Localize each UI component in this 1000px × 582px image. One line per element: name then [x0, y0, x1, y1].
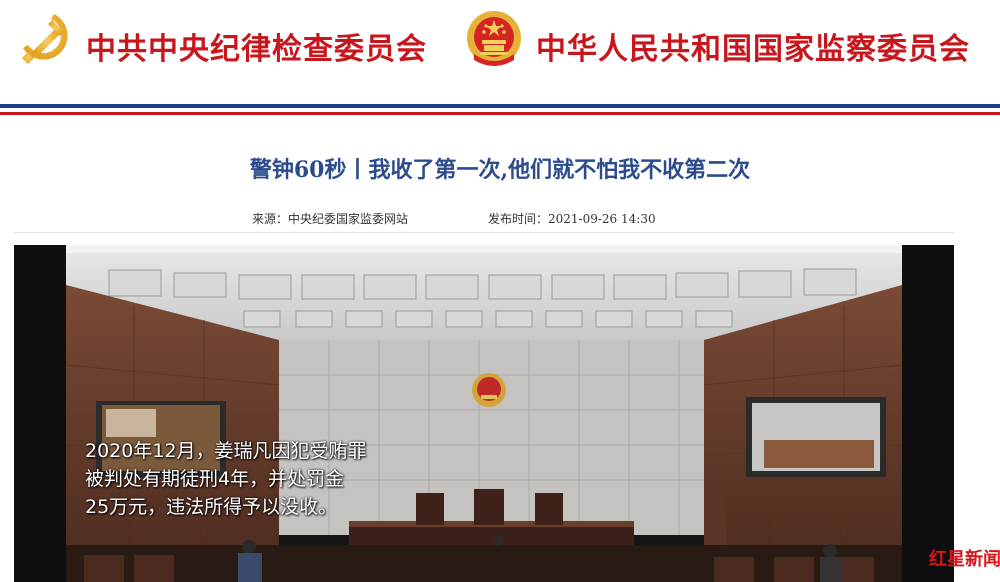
video-player[interactable]	[14, 245, 954, 582]
video-subtitle: 2020年12月，姜瑞凡因犯受贿罪 被判处有期徒刑4年，并处罚金 25万元，违法…	[85, 437, 367, 521]
subtitle-line-1: 2020年12月，姜瑞凡因犯受贿罪	[85, 440, 367, 462]
watermark-logo: 红星新闻	[925, 543, 1000, 582]
stripe-red	[0, 112, 1000, 115]
article-publish-time: 发布时间：2021-09-26 14:30	[488, 212, 656, 226]
subtitle-line-2: 被判处有期徒刑4年，并处罚金	[85, 468, 345, 490]
org-name-ccdi: 中共中央纪律检查委员会	[86, 32, 427, 67]
courtroom-video-frame	[14, 245, 954, 582]
party-emblem-icon	[22, 14, 68, 64]
org-name-nsc: 中华人民共和国国家监察委员会	[536, 32, 970, 67]
site-header: 中共中央纪律检查委员会 中华人民共和国国家监察委员会	[0, 0, 1000, 105]
header-stripe	[0, 104, 1000, 120]
subtitle-line-3: 25万元，违法所得予以没收。	[85, 496, 338, 518]
meta-divider	[14, 232, 954, 233]
article-source: 来源：中央纪委国家监委网站	[252, 212, 409, 226]
article-title: 警钟60秒丨我收了第一次,他们就不怕我不收第二次	[249, 157, 751, 183]
watermark-text: 红星新闻	[929, 549, 1000, 570]
national-emblem-icon	[467, 11, 521, 66]
